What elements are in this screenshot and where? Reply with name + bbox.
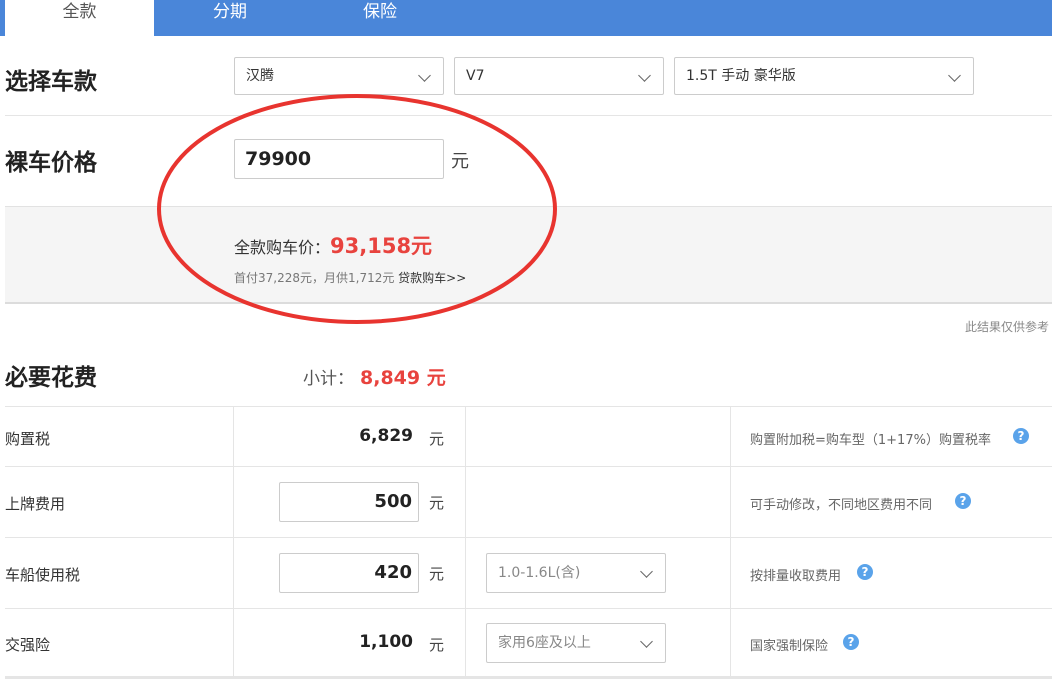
divider [5, 608, 1052, 609]
subtotal-label: 小计： [303, 369, 354, 389]
series-select[interactable]: V7 [454, 57, 664, 95]
total-price-value: 93,158元 [330, 234, 433, 258]
brand-select[interactable]: 汉腾 [234, 57, 444, 95]
license-fee-note: 可手动修改，不同地区费用不同 [750, 498, 933, 513]
vehicle-tax-unit: 元 [429, 565, 445, 583]
trim-select-value: 1.5T 手动 豪华版 [686, 68, 796, 84]
column-divider [465, 407, 466, 677]
series-select-value: V7 [466, 68, 485, 84]
required-costs-title: 必要花费 [5, 365, 97, 391]
purchase-tax-label: 购置税 [5, 430, 51, 448]
divider [5, 537, 1052, 538]
help-icon[interactable]: ? [857, 564, 873, 580]
purchase-tax-note: 购置附加税=购车型（1+17%）购置税率 [750, 433, 991, 448]
chevron-down-icon [418, 69, 431, 82]
column-divider [730, 407, 731, 677]
disclaimer: 此结果仅供参考 [964, 320, 1049, 334]
license-fee-input[interactable]: 500 [279, 482, 419, 522]
tab-bar: 全款 分期 保险 [0, 0, 1052, 36]
payment-breakdown-text: 首付37,228元，月供1,712元 [234, 271, 395, 285]
help-icon[interactable]: ? [955, 493, 971, 509]
subtotal: 小计： 8,849 元 [303, 363, 446, 390]
bare-price-unit: 元 [451, 151, 469, 172]
select-model-title: 选择车款 [5, 69, 97, 95]
divider [5, 466, 1052, 467]
loan-purchase-link[interactable]: 贷款购车>> [398, 271, 466, 285]
vehicle-tax-label: 车船使用税 [5, 566, 81, 584]
column-divider [233, 407, 234, 677]
tab-insurance[interactable]: 保险 [330, 0, 430, 36]
compulsory-insurance-unit: 元 [429, 636, 445, 654]
tab-installment[interactable]: 分期 [180, 0, 280, 36]
divider [5, 406, 1052, 407]
vehicle-tax-input[interactable]: 420 [279, 553, 419, 593]
compulsory-insurance-label: 交强险 [5, 636, 51, 654]
purchase-tax-unit: 元 [429, 430, 445, 448]
help-icon[interactable]: ? [843, 634, 859, 650]
chevron-down-icon [640, 635, 653, 648]
price-summary [5, 206, 1052, 304]
license-fee-label: 上牌费用 [5, 495, 66, 513]
payment-breakdown: 首付37,228元，月供1,712元 贷款购车>> [234, 269, 466, 286]
seat-category-select-value: 家用6座及以上 [498, 635, 591, 651]
subtotal-value: 8,849 元 [360, 367, 446, 389]
purchase-tax-value: 6,829 [359, 426, 413, 446]
seat-category-select[interactable]: 家用6座及以上 [486, 623, 666, 663]
divider [5, 115, 1052, 116]
license-fee-unit: 元 [429, 494, 445, 512]
brand-select-value: 汉腾 [246, 68, 274, 84]
compulsory-insurance-note: 国家强制保险 [750, 639, 829, 654]
vehicle-tax-note: 按排量收取费用 [750, 569, 842, 584]
bare-price-title: 裸车价格 [5, 150, 97, 176]
chevron-down-icon [640, 565, 653, 578]
total-price: 全款购车价：93,158元 [234, 230, 432, 260]
help-icon[interactable]: ? [1013, 428, 1029, 444]
displacement-select[interactable]: 1.0-1.6L(含) [486, 553, 666, 593]
displacement-select-value: 1.0-1.6L(含) [498, 565, 581, 581]
tab-full-payment[interactable]: 全款 [5, 0, 154, 36]
total-price-label: 全款购车价： [234, 238, 331, 257]
chevron-down-icon [948, 69, 961, 82]
trim-select[interactable]: 1.5T 手动 豪华版 [674, 57, 974, 95]
bare-price-input[interactable]: 79900 [234, 139, 444, 179]
compulsory-insurance-value: 1,100 [359, 632, 413, 652]
chevron-down-icon [638, 69, 651, 82]
divider [5, 676, 1052, 679]
